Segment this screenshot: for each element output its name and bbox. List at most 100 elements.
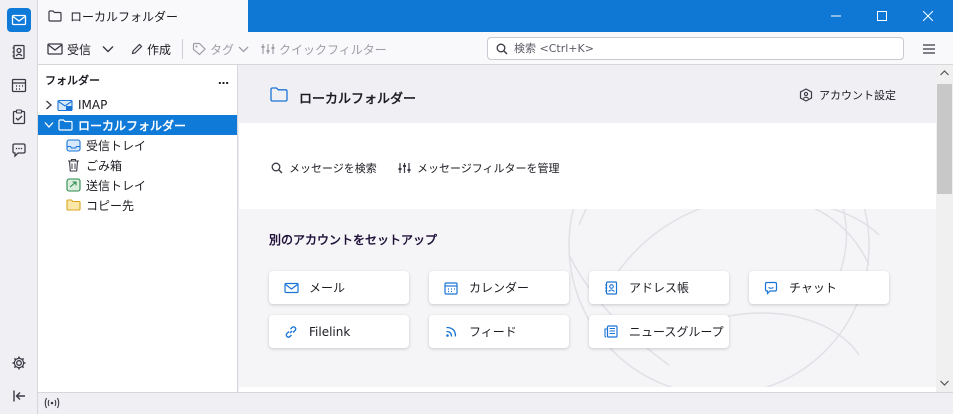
setup-section-title: 別のアカウントをセットアップ	[269, 233, 438, 247]
maximize-button[interactable]	[859, 0, 905, 32]
folder-icon	[270, 87, 288, 102]
setup-card-label: カレンダー	[469, 281, 530, 295]
mail-icon	[11, 14, 27, 26]
inbox-icon	[64, 138, 82, 152]
address-book-icon	[603, 280, 619, 295]
rss-icon	[443, 325, 459, 338]
pencil-icon	[131, 43, 143, 55]
folder-pane-title: フォルダー	[45, 74, 100, 87]
setup-mail-button[interactable]: メール	[269, 271, 409, 304]
setup-card-label: フィード	[469, 325, 517, 339]
setup-newsgroup-button[interactable]: ニュースグループ	[589, 315, 729, 348]
collapse-spaces-button[interactable]	[7, 384, 31, 408]
folder-item-local-folders[interactable]: ローカルフォルダー	[38, 115, 237, 135]
folder-label: 送信トレイ	[86, 178, 147, 193]
newsgroup-icon	[603, 325, 619, 338]
folder-pane-menu-button[interactable]: …	[218, 74, 229, 87]
chevron-right-icon[interactable]	[42, 100, 56, 110]
vertical-scrollbar[interactable]	[936, 65, 953, 392]
setup-card-label: アドレス帳	[629, 281, 690, 295]
search-input[interactable]	[514, 42, 874, 55]
filter-sliders-icon	[261, 44, 275, 54]
quick-filter-button[interactable]: クイックフィルター	[261, 38, 387, 60]
address-book-space-button[interactable]	[7, 40, 31, 64]
tab-local-folders[interactable]: ローカルフォルダー	[38, 0, 248, 32]
folder-item-inbox[interactable]: 受信トレイ	[38, 135, 237, 155]
account-settings-icon	[799, 88, 813, 102]
write-label: 作成	[147, 42, 172, 57]
account-settings-button[interactable]: アカウント設定	[799, 87, 896, 103]
account-central-pane: ローカルフォルダー アカウント設定 メッセージを検索 メッセージフィルターを管理…	[239, 65, 936, 392]
setup-calendar-button[interactable]: カレンダー	[429, 271, 569, 304]
tag-icon	[192, 42, 206, 56]
manage-filters-button[interactable]: メッセージフィルターを管理	[398, 160, 560, 176]
setup-card-label: チャット	[789, 281, 837, 295]
minimize-button[interactable]	[813, 0, 859, 32]
titlebar: ローカルフォルダー	[38, 0, 953, 32]
setup-chat-button[interactable]: チャット	[749, 271, 889, 304]
settings-button[interactable]	[7, 351, 31, 375]
setup-feed-button[interactable]: フィード	[429, 315, 569, 348]
chat-space-button[interactable]	[7, 138, 31, 162]
tasks-icon	[12, 109, 26, 125]
chevron-down-icon	[102, 46, 114, 53]
search-box[interactable]	[487, 37, 904, 60]
chat-icon	[12, 143, 26, 158]
write-button[interactable]: 作成	[131, 38, 171, 60]
setup-address-book-button[interactable]: アドレス帳	[589, 271, 729, 304]
folder-item-copy-to[interactable]: コピー先	[38, 195, 237, 215]
tag-label: タグ	[210, 42, 235, 57]
folder-item-trash[interactable]: ごみ箱	[38, 155, 237, 175]
folder-label: 受信トレイ	[86, 138, 147, 153]
spaces-toolbar	[0, 0, 38, 414]
get-messages-button[interactable]: 受信	[47, 38, 91, 60]
gear-icon	[12, 356, 26, 370]
folder-label: ごみ箱	[86, 158, 123, 173]
mail-icon	[283, 282, 299, 294]
setup-card-label: メール	[309, 281, 346, 295]
quick-filter-label: クイックフィルター	[279, 42, 387, 57]
app-menu-button[interactable]	[922, 38, 936, 60]
search-icon	[271, 162, 283, 174]
address-book-icon	[12, 44, 25, 60]
tasks-space-button[interactable]	[7, 105, 31, 129]
maximize-icon	[877, 11, 887, 21]
status-bar	[38, 392, 953, 414]
folder-item-imap[interactable]: IMAP	[38, 95, 237, 115]
account-actions: メッセージを検索 メッセージフィルターを管理	[239, 123, 936, 209]
chevron-down-icon[interactable]	[42, 121, 56, 129]
toolbar-separator	[182, 39, 183, 59]
folder-label: IMAP	[78, 98, 108, 112]
account-header: ローカルフォルダー アカウント設定	[239, 65, 936, 123]
folder-item-outbox[interactable]: 送信トレイ	[38, 175, 237, 195]
setup-filelink-button[interactable]: Filelink	[269, 315, 409, 348]
manage-filters-label: メッセージフィルターを管理	[417, 162, 560, 175]
collapse-left-icon	[13, 390, 25, 402]
scroll-up-arrow-icon[interactable]	[940, 70, 949, 76]
chevron-down-icon	[238, 46, 249, 52]
get-messages-dropdown[interactable]	[102, 38, 114, 60]
close-icon	[923, 11, 933, 21]
scroll-thumb[interactable]	[937, 84, 952, 194]
scroll-down-arrow-icon[interactable]	[940, 380, 949, 386]
mail-space-button[interactable]	[7, 8, 31, 32]
online-status-icon[interactable]	[44, 397, 60, 409]
chat-icon	[763, 281, 779, 295]
folder-pane-header: フォルダー …	[38, 65, 237, 95]
close-window-button[interactable]	[905, 0, 951, 32]
tag-button[interactable]: タグ	[192, 38, 249, 60]
folder-icon	[64, 199, 82, 211]
filter-sliders-icon	[398, 163, 411, 173]
trash-icon	[64, 158, 82, 172]
calendar-space-button[interactable]	[7, 73, 31, 97]
minimize-icon	[831, 15, 841, 17]
search-messages-label: メッセージを検索	[289, 162, 377, 175]
account-settings-label: アカウント設定	[819, 89, 896, 102]
get-messages-icon	[47, 43, 63, 55]
folder-label: コピー先	[86, 198, 135, 213]
calendar-icon	[11, 78, 27, 93]
imap-account-icon	[56, 99, 74, 112]
mail-toolbar: 受信 作成 タグ クイックフィルター	[38, 32, 953, 65]
search-messages-button[interactable]: メッセージを検索	[271, 160, 377, 176]
setup-card-label: Filelink	[309, 324, 351, 339]
